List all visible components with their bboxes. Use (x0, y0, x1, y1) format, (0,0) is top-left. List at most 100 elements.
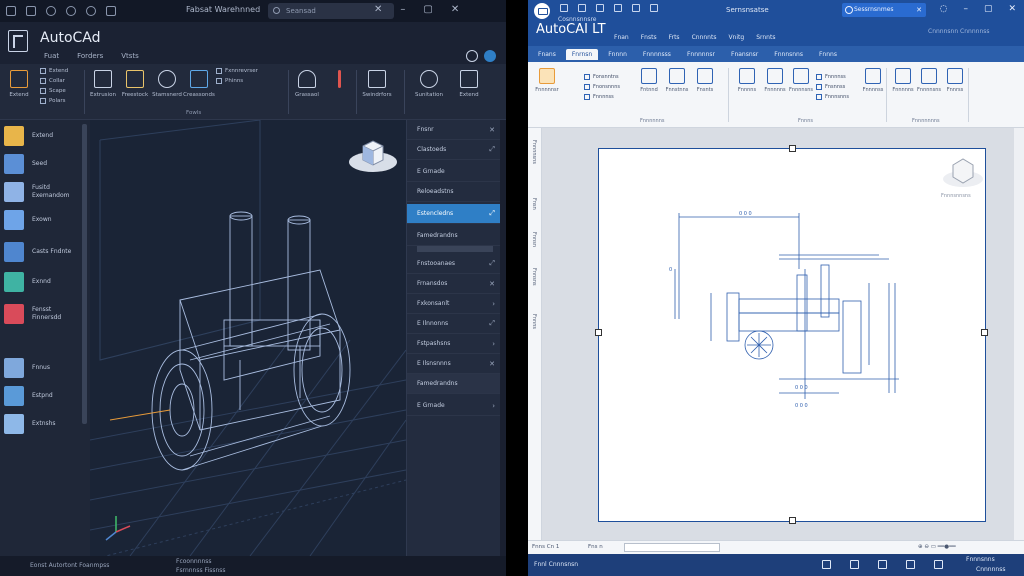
panel-row[interactable]: Famedrandns (407, 374, 501, 394)
sidebar-item[interactable]: Seed (4, 150, 82, 178)
subtab-active[interactable]: Fnrnsn (565, 48, 599, 60)
ribbon-list-item[interactable]: Fnonsnnns (584, 84, 620, 90)
open-icon[interactable] (26, 6, 36, 16)
subtab[interactable]: Fnnns (813, 49, 843, 60)
sidebar-item[interactable]: Fusitd Exemandom (4, 178, 82, 206)
sunitation-tool[interactable]: Sunitation (412, 68, 446, 98)
zoom-controls[interactable]: ⊕ ⊖ ▭ ━━●━━ (918, 544, 956, 550)
snap-icon[interactable] (850, 560, 859, 569)
redo-icon[interactable] (66, 6, 76, 16)
resize-handle[interactable] (595, 329, 602, 336)
canvas-scrollbar[interactable] (1014, 128, 1024, 540)
pin-tool[interactable] (322, 68, 356, 92)
creassonds-tool[interactable]: Creassonds (182, 68, 216, 98)
resize-handle[interactable] (981, 329, 988, 336)
stamsnerd-tool[interactable]: Stamsnerd (150, 68, 184, 98)
ribbon-list-item[interactable]: Polars (40, 98, 68, 104)
osnap-icon[interactable] (934, 560, 943, 569)
sidebar-item[interactable]: Fnnus (4, 354, 82, 382)
save-icon[interactable] (560, 4, 568, 12)
rail-item[interactable]: Fnnsns (531, 268, 537, 286)
viewcube-icon[interactable] (348, 134, 398, 174)
ribbon-list-item[interactable]: Fnsnnss (816, 84, 849, 90)
extrusion-tool[interactable]: Extrusion (86, 68, 120, 98)
polar-icon[interactable] (906, 560, 915, 569)
sidebar-item[interactable]: Casts Fndnte (4, 238, 82, 266)
freestock-tool[interactable]: Freestock (118, 68, 152, 98)
rail-item[interactable]: Fnsn (531, 198, 537, 210)
close-button[interactable]: ✕ (451, 4, 459, 16)
tab-3[interactable]: Vtsts (121, 52, 139, 60)
grassaol-tool[interactable]: Grassaol (290, 68, 324, 98)
subtab[interactable]: Fnnnsnns (768, 49, 809, 60)
rail-item[interactable]: Fnnns (531, 314, 537, 329)
extend-tool[interactable]: Extend (2, 68, 36, 98)
help-icon[interactable] (484, 50, 496, 62)
tab-5[interactable]: Vnitg (728, 34, 744, 41)
minimize-button[interactable]: – (400, 4, 405, 16)
rail-item[interactable]: Fnnsn (531, 232, 537, 247)
grid-icon[interactable] (822, 560, 831, 569)
tab-2[interactable]: Fnsts (641, 34, 657, 41)
frame-tool[interactable]: Extend (452, 68, 486, 98)
folder-tool[interactable]: Fnnnnnsr (532, 68, 562, 93)
subtab[interactable]: Fnnnn (602, 49, 633, 60)
undo-icon[interactable] (46, 6, 56, 16)
save-icon[interactable] (6, 6, 16, 16)
drawing-sheet[interactable]: 0 0 0 0 0 0 0 0 0 0 Fnnnsnnsns (595, 145, 988, 524)
ribbon-list-item[interactable]: Fxnnrevrser (216, 68, 258, 74)
sync-icon[interactable] (86, 6, 96, 16)
maximize-button[interactable]: ▢ (423, 4, 432, 16)
resize-handle[interactable] (789, 517, 796, 524)
undo-icon[interactable] (614, 4, 622, 12)
ribbon-list-item[interactable]: Collar (40, 78, 68, 84)
redo-icon[interactable] (632, 4, 640, 12)
ribbon-list-item[interactable]: Extend (40, 68, 68, 74)
minimize-button[interactable]: – (963, 4, 968, 14)
ribbon-list-item[interactable]: Phinns (216, 78, 258, 84)
print-icon[interactable] (596, 4, 604, 12)
trim-tool[interactable]: Fnnrss (940, 68, 970, 93)
drawing-canvas[interactable]: 0 0 0 0 0 0 0 0 0 0 Fnnnsnnsns (542, 128, 1014, 540)
panel-row[interactable]: Famedrandns (407, 226, 501, 246)
command-input[interactable] (624, 543, 720, 552)
sidebar-item[interactable]: Extend (4, 122, 82, 150)
panel-close-icon[interactable]: ✕ (489, 126, 495, 134)
panel-row[interactable]: Clastoeds ⤢ (407, 140, 501, 160)
panel-row[interactable]: Fstpashsns › (407, 334, 501, 354)
subtab[interactable]: Fnans (532, 49, 562, 60)
settings-icon[interactable] (106, 6, 116, 16)
subtab[interactable]: Fnansnsr (725, 49, 764, 60)
panel-row[interactable]: Reloeadstns (407, 182, 501, 202)
layer-tool[interactable]: Fnnstnns (662, 68, 692, 93)
sidebar-item[interactable]: Exown (4, 206, 82, 234)
tab-4[interactable]: Cnnnnts (692, 34, 717, 41)
rail-item[interactable]: Fnnnnsns (531, 140, 537, 164)
ribbon-list-item[interactable]: Fnnnsnns (816, 94, 849, 100)
panel-row[interactable]: E Ilnnonns ⤢ (407, 314, 501, 334)
sidebar-scrollbar[interactable] (82, 124, 87, 424)
sidebar-item[interactable]: Fensst Finnersdd (4, 300, 82, 328)
ribbon-list-item[interactable]: Scape (40, 88, 68, 94)
subtab[interactable]: Fnnnnnsr (681, 49, 721, 60)
draw-tool[interactable]: Fnnnns (732, 68, 762, 93)
swindrfors-tool[interactable]: Swindrfors (360, 68, 394, 98)
ortho-icon[interactable] (878, 560, 887, 569)
tab-6[interactable]: Srnnts (756, 34, 775, 41)
panel-row[interactable]: Fxkonsanlt › (407, 294, 501, 314)
subtab[interactable]: Fnnnnsss (637, 49, 677, 60)
open-icon[interactable] (578, 4, 586, 12)
panel-row[interactable]: Frnansdos ✕ (407, 274, 501, 294)
panel-row-active[interactable]: Estencledns ⤢ (407, 204, 501, 224)
list-tool[interactable]: Fnnnnss (858, 68, 888, 93)
3d-viewport[interactable] (90, 120, 406, 556)
notification-icon[interactable]: ◌ (940, 4, 948, 14)
resize-handle[interactable] (789, 145, 796, 152)
tab-1[interactable]: Fuat (44, 52, 59, 60)
ribbon-list-item[interactable]: Fonsnntns (584, 74, 620, 80)
tab-2[interactable]: Forders (77, 52, 103, 60)
account-icon[interactable] (466, 50, 478, 62)
tab-3[interactable]: Frts (669, 34, 680, 41)
search-input[interactable]: Sessrnsnmes ✕ (842, 3, 926, 17)
panel-row[interactable]: E Grnade (407, 162, 501, 182)
